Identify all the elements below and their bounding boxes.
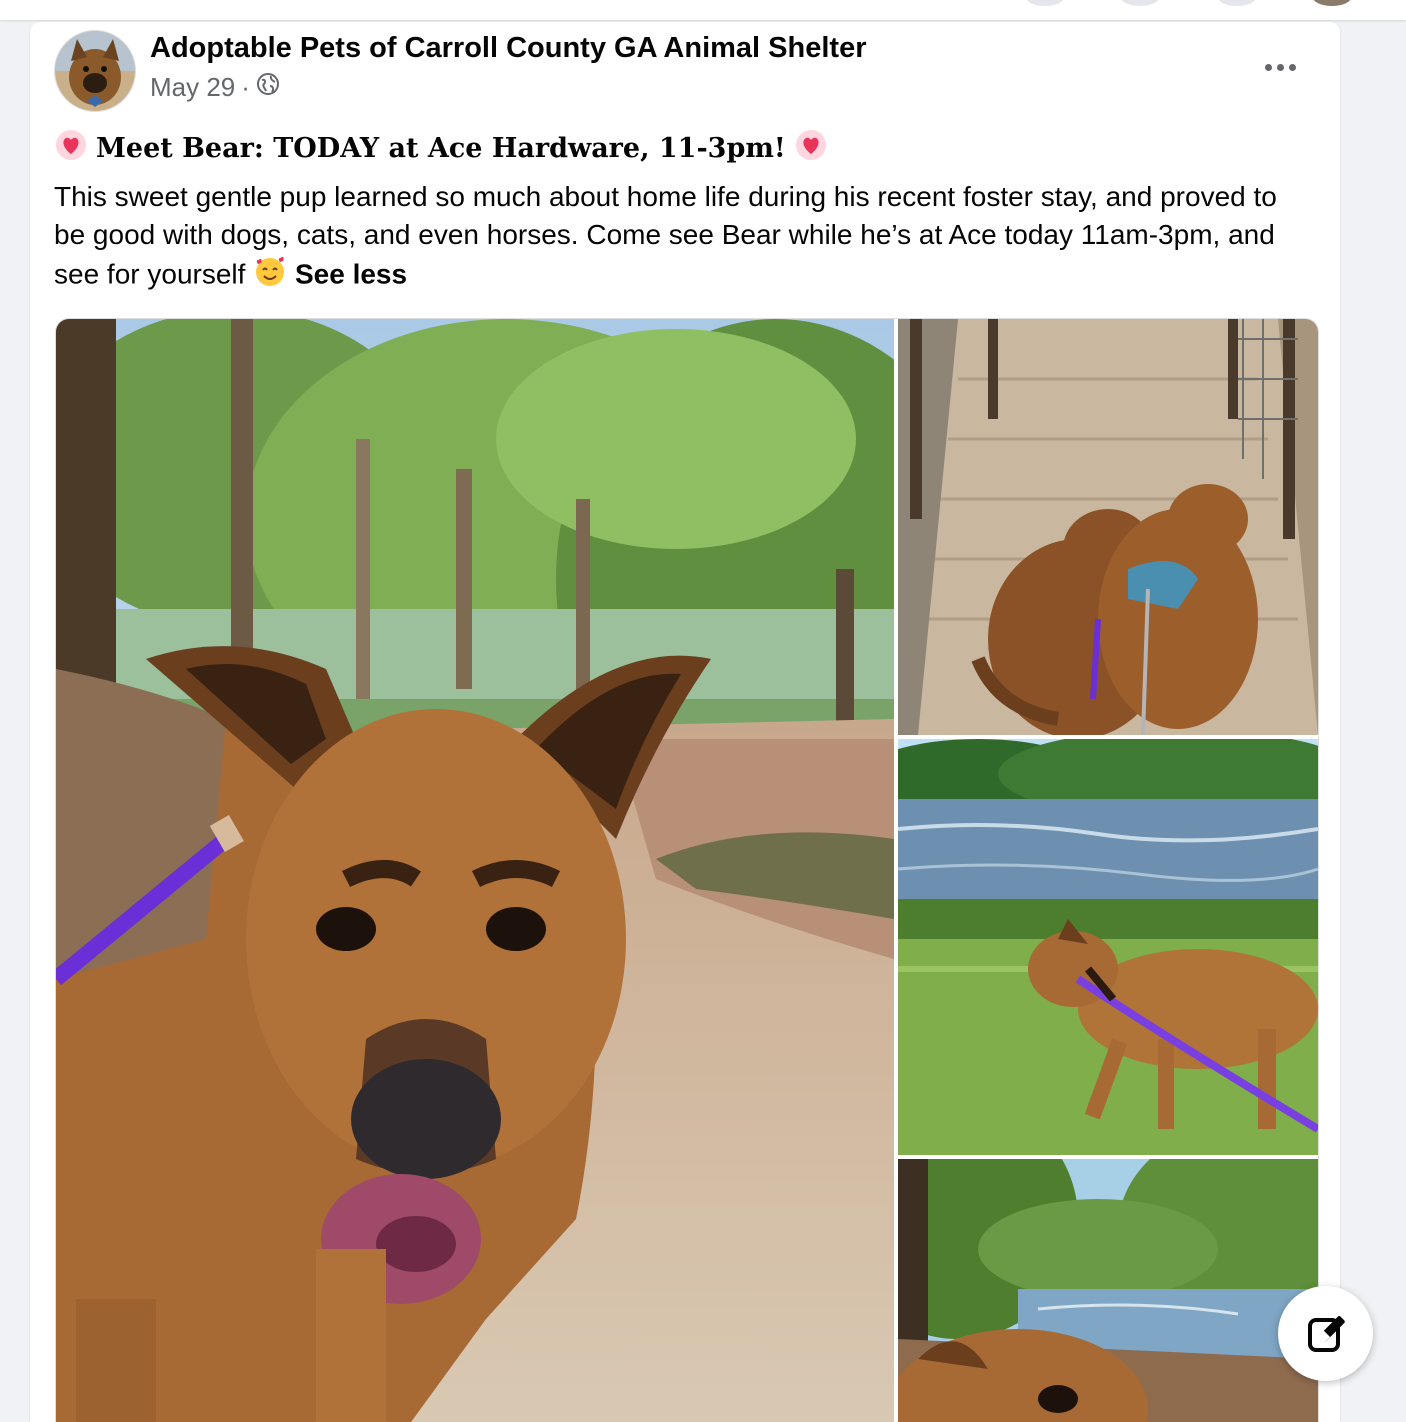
nav-icon-partial[interactable]: [1217, 0, 1257, 6]
post-body: This sweet gentle pup learned so much ab…: [54, 178, 1314, 298]
page-name-link[interactable]: Adoptable Pets of Carroll County GA Anim…: [150, 32, 867, 65]
post-body-text: This sweet gentle pup learned so much ab…: [54, 181, 1277, 290]
compose-button[interactable]: [1278, 1286, 1373, 1381]
photo-grid: [55, 318, 1319, 1422]
photo-dog-river-overlook[interactable]: [898, 1159, 1318, 1422]
nav-icon-partial[interactable]: [1025, 0, 1065, 6]
post-meta: May 29 ·: [150, 72, 280, 103]
post-date[interactable]: May 29: [150, 72, 235, 103]
profile-avatar-partial[interactable]: [1312, 0, 1352, 6]
photo-dog-by-river[interactable]: [898, 739, 1318, 1155]
smiling-face-with-hearts-icon: [253, 254, 287, 298]
post-title-text: Meet Bear: TODAY at Ace Hardware, 11-3pm…: [96, 133, 786, 164]
post-card: Adoptable Pets of Carroll County GA Anim…: [30, 22, 1340, 1422]
nav-icon-partial[interactable]: [1120, 0, 1160, 6]
see-less-link[interactable]: See less: [295, 258, 407, 289]
photo-bear-closeup[interactable]: [56, 319, 894, 1422]
meta-separator: ·: [241, 72, 250, 102]
page-avatar[interactable]: [54, 30, 136, 112]
heart-emoji-icon: [54, 128, 88, 169]
compose-edit-icon: [1307, 1315, 1345, 1352]
photo-two-dogs-bridge[interactable]: [898, 319, 1318, 735]
more-options-button[interactable]: [1256, 52, 1304, 82]
top-bar: [0, 0, 1406, 20]
post-title: Meet Bear: TODAY at Ace Hardware, 11-3pm…: [54, 128, 828, 169]
more-options-icon: [1264, 63, 1272, 71]
dog-avatar-image: [55, 31, 135, 111]
globe-icon[interactable]: [256, 72, 280, 103]
heart-emoji-icon: [794, 128, 828, 169]
